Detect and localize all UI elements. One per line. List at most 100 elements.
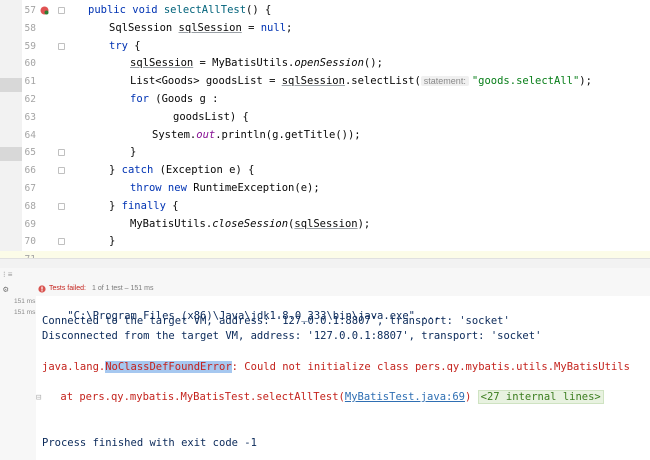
fold-toggle-icon[interactable] — [58, 149, 65, 157]
tests-failed-label: Tests failed: — [49, 285, 86, 292]
code-text: goodsList) { — [173, 111, 249, 123]
fold-toggle-icon[interactable] — [58, 238, 65, 246]
code-token: openSession — [294, 57, 364, 70]
code-line[interactable]: 67 throw new RuntimeException(e); — [0, 180, 650, 198]
line-number: 66 — [24, 165, 36, 177]
code-token: = MyBatisUtils. — [193, 57, 295, 70]
code-line[interactable]: 62 for (Goods g : — [0, 91, 650, 109]
parameter-hint: statement: — [420, 76, 469, 87]
fold-gutter-icon[interactable]: ⊟ — [36, 393, 41, 403]
code-text: for (Goods g : — [130, 93, 219, 105]
code-token: sqlSession — [294, 217, 358, 230]
tests-failed-detail: 1 of 1 test – 151 ms — [92, 285, 154, 292]
line-number: 67 — [24, 183, 36, 194]
code-token: for — [130, 93, 149, 105]
error-class-selection[interactable]: NoClassDefFoundError — [105, 361, 232, 373]
code-token: RuntimeException(e); — [186, 182, 320, 194]
fold-toggle-icon[interactable] — [58, 7, 65, 14]
code-line[interactable]: 58 SqlSession sqlSession = null; — [0, 20, 650, 38]
code-token: = — [241, 21, 261, 34]
code-token: .println(g.getTitle()); — [215, 128, 361, 141]
run-tool-sidebar: ⚙ 151 ms 151 ms — [0, 282, 37, 460]
line-number: 61 — [24, 76, 36, 88]
code-token: System. — [152, 128, 197, 141]
code-token: finally — [121, 199, 166, 212]
code-line[interactable]: 65} — [0, 144, 650, 162]
error-icon — [38, 285, 46, 293]
code-line[interactable]: 69 MyBatisUtils.closeSession(sqlSession); — [0, 216, 650, 234]
run-gutter-icon[interactable] — [40, 6, 49, 15]
code-token: () { — [246, 4, 272, 16]
code-text: } catch (Exception e) { — [109, 164, 254, 176]
code-token: ; — [286, 21, 293, 34]
console-output[interactable]: "C:\Program Files (x86)\Java\jdk1.8.0_33… — [36, 296, 650, 460]
code-token: try — [109, 39, 128, 52]
test-status-bar: Tests failed: 1 of 1 test – 151 ms — [36, 282, 650, 296]
fold-toggle-icon[interactable] — [58, 202, 65, 210]
settings-icon[interactable]: ⚙ — [3, 285, 8, 295]
code-line[interactable]: 66 } catch (Exception e) { — [0, 162, 650, 180]
code-line[interactable]: 57 public void selectAllTest() { — [0, 2, 650, 20]
line-number: 64 — [24, 129, 36, 141]
code-text: } finally { — [109, 200, 179, 212]
line-number: 63 — [24, 111, 36, 123]
code-token: { — [127, 39, 141, 52]
line-number: 58 — [24, 22, 36, 34]
code-token: catch — [121, 164, 154, 177]
code-token: (); — [363, 57, 383, 70]
line-number: 69 — [24, 218, 36, 230]
code-line[interactable]: 70} — [0, 233, 650, 251]
code-token: } — [109, 199, 122, 212]
stack-prefix: at pers.qy.mybatis.MyBatisTest.selectAll… — [60, 391, 345, 403]
line-number: 59 — [24, 40, 36, 52]
code-token: closeSession — [212, 217, 289, 230]
fold-toggle-icon[interactable] — [58, 42, 65, 50]
code-token: (Exception e) { — [153, 164, 255, 177]
code-token: } — [130, 146, 137, 159]
code-token: public void — [88, 4, 164, 16]
code-line[interactable]: 64 System.out.println(g.getTitle()); — [0, 127, 650, 145]
code-text: } — [130, 146, 136, 158]
stack-source-link[interactable]: MyBatisTest.java:69 — [345, 391, 465, 403]
code-text: List<Goods> goodsList = sqlSession.selec… — [130, 75, 592, 87]
code-token: (Goods g : — [148, 93, 219, 105]
code-text: MyBatisUtils.closeSession(sqlSession); — [130, 218, 370, 230]
code-text: public void selectAllTest() { — [88, 4, 271, 16]
code-token: SqlSession — [109, 21, 179, 34]
code-token: ); — [357, 217, 371, 230]
panel-menu-icon[interactable]: ⁝ ≡ — [3, 270, 12, 279]
code-token: } — [109, 235, 116, 248]
code-line[interactable]: 61 List<Goods> goodsList = sqlSession.sel… — [0, 73, 650, 91]
line-number: 68 — [24, 200, 36, 212]
code-token: .selectList( — [344, 75, 421, 88]
test-duration: 151 ms — [14, 298, 36, 305]
code-line[interactable]: 60 sqlSession = MyBatisUtils.openSession(… — [0, 55, 650, 73]
run-tool-header: ⁝ ≡ — [0, 268, 650, 282]
code-token: out — [196, 128, 216, 141]
internal-lines-button[interactable]: <27 internal lines> — [477, 390, 604, 404]
fold-toggle-icon[interactable] — [58, 167, 65, 175]
line-number: 70 — [24, 236, 36, 248]
error-message: : Could not initialize class pers.qy.myb… — [231, 361, 630, 373]
code-editor[interactable]: 57 public void selectAllTest() { 58 SqlSess… — [0, 0, 650, 258]
code-token: List<Goods> goodsList = — [130, 75, 282, 88]
code-token: goodsList) { — [173, 110, 249, 123]
stack-suffix: ) — [464, 391, 472, 403]
code-token: sqlSession — [130, 57, 194, 70]
code-line[interactable]: 71 — [0, 251, 650, 258]
test-duration: 151 ms — [14, 309, 36, 316]
code-text: } — [109, 235, 115, 247]
code-line[interactable]: 68 } finally { — [0, 198, 650, 216]
code-line[interactable]: 63 goodsList) { — [0, 109, 650, 127]
code-token: throw new — [130, 182, 187, 194]
code-text: System.out.println(g.getTitle()); — [152, 129, 361, 141]
code-token: MyBatisUtils. — [130, 217, 213, 230]
line-number: 65 — [24, 147, 36, 159]
code-token: sqlSession — [281, 75, 345, 88]
line-number: 62 — [24, 94, 36, 105]
code-token: null — [260, 21, 287, 34]
code-text: throw new RuntimeException(e); — [130, 182, 320, 194]
code-line[interactable]: 59 try { — [0, 38, 650, 56]
error-prefix: java.lang. — [42, 361, 106, 373]
line-number: 60 — [24, 58, 36, 70]
